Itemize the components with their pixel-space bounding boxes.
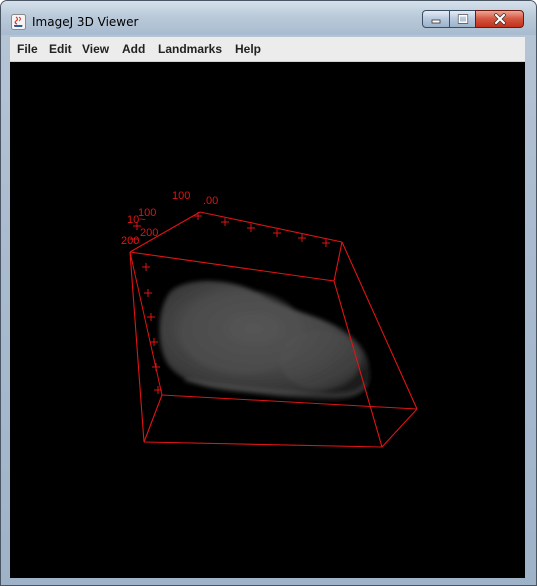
title-bar[interactable]: ImageJ 3D Viewer [1,1,536,35]
menu-landmarks[interactable]: Landmarks [158,42,222,56]
top-axis-ticks [194,212,330,247]
minimize-icon [431,19,441,24]
app-window: ImageJ 3D Viewer File Edit View Add Land… [0,0,537,586]
axis-label-top-1: 100 [172,190,190,202]
left-axis-ticks [130,222,162,394]
axis-label-left-lower-2: 200 [121,235,139,247]
close-button[interactable] [475,10,524,28]
axis-label-left-upper-2: 10~ [127,214,146,226]
maximize-button[interactable] [449,10,476,28]
menu-file[interactable]: File [17,42,38,56]
axis-label-left-lower-1: 200 [140,227,158,239]
3d-scene: 100 .00 100 10~ 200 200 [121,190,418,448]
java-app-icon [11,14,26,30]
minimize-button[interactable] [422,10,450,28]
window-title: ImageJ 3D Viewer [32,15,139,29]
menu-add[interactable]: Add [122,42,145,56]
axis-label-top-2: .00 [203,195,218,207]
menu-help[interactable]: Help [235,42,261,56]
volume-object [159,280,371,400]
maximize-icon [457,13,468,24]
menu-edit[interactable]: Edit [49,42,72,56]
menu-view[interactable]: View [82,42,109,56]
3d-canvas[interactable]: 100 .00 100 10~ 200 200 [10,62,525,578]
menu-bar: File Edit View Add Landmarks Help [10,37,525,62]
close-icon [493,13,506,25]
